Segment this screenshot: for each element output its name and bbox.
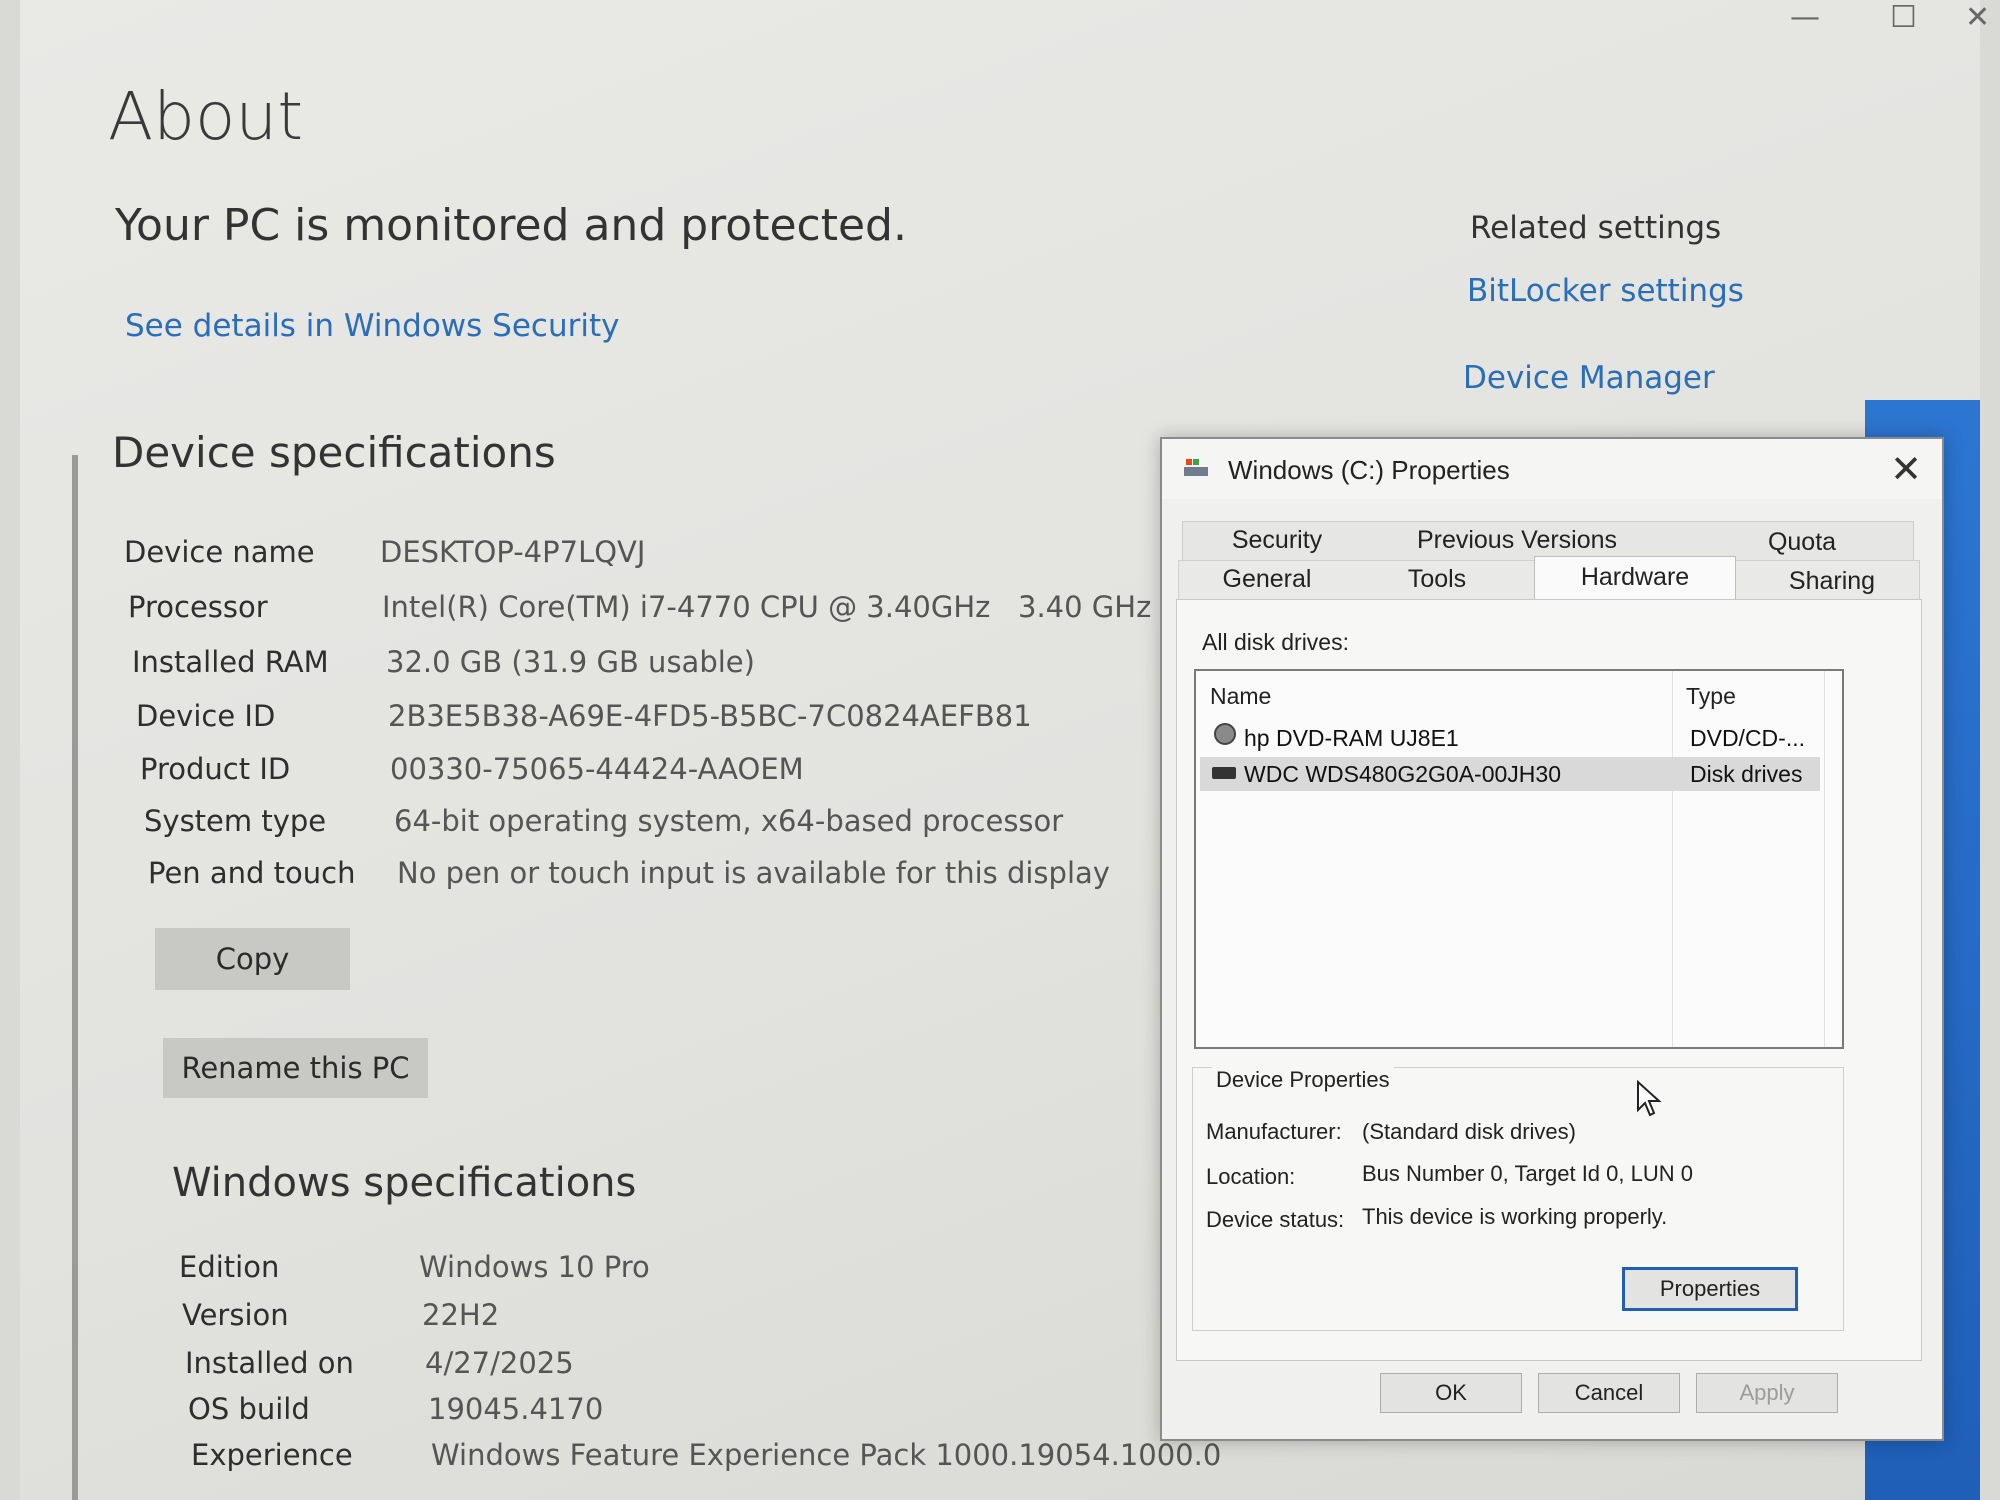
location-label: Location: <box>1206 1164 1296 1189</box>
drive-properties-dialog: Windows (C:) Properties ✕ Security Previ… <box>1160 437 1944 1441</box>
tab-general[interactable]: General <box>1182 560 1352 598</box>
spec-label: Experience <box>191 1438 353 1472</box>
spec-value: 4/27/2025 <box>425 1346 574 1380</box>
spec-label: OS build <box>188 1392 310 1426</box>
spec-value: 2B3E5B38-A69E-4FD5-B5BC-7C0824AEFB81 <box>388 699 1032 733</box>
spec-label: Device ID <box>136 699 276 733</box>
drive-type: Disk drives <box>1690 761 1803 787</box>
dvd-drive-icon <box>1214 723 1236 745</box>
protection-status: Your PC is monitored and protected. <box>115 200 907 251</box>
spec-value: Intel(R) Core(TM) i7-4770 CPU @ 3.40GHz … <box>382 590 1152 624</box>
tab-tools[interactable]: Tools <box>1362 560 1512 598</box>
cancel-button[interactable]: Cancel <box>1538 1373 1680 1413</box>
drive-name: hp DVD-RAM UJ8E1 <box>1244 725 1459 751</box>
column-header-name[interactable]: Name <box>1210 683 1271 710</box>
manufacturer-label: Manufacturer: <box>1206 1119 1342 1144</box>
device-manager-link[interactable]: Device Manager <box>1463 360 1715 396</box>
device-status-label: Device status: <box>1206 1207 1345 1232</box>
spec-value: Windows Feature Experience Pack 1000.190… <box>431 1438 1222 1472</box>
all-disk-drives-label: All disk drives: <box>1202 629 1349 655</box>
spec-value: 22H2 <box>422 1298 500 1332</box>
device-properties-title: Device Properties <box>1212 1067 1394 1093</box>
spec-label: Device name <box>124 535 315 569</box>
maximize-button[interactable]: ☐ <box>1890 0 1917 35</box>
spec-value: Windows 10 Pro <box>419 1250 650 1284</box>
tab-hardware[interactable]: Hardware <box>1534 556 1736 601</box>
tab-quota[interactable]: Quota <box>1722 523 1882 561</box>
divider <box>72 455 78 1500</box>
drive-name: WDC WDS480G2G0A-00JH30 <box>1244 761 1561 787</box>
spec-label: System type <box>144 804 327 838</box>
dialog-titlebar[interactable]: Windows (C:) Properties ✕ <box>1162 439 1942 499</box>
tab-sharing[interactable]: Sharing <box>1752 562 1912 600</box>
dialog-title: Windows (C:) Properties <box>1228 455 1510 485</box>
mouse-cursor-icon <box>1637 1080 1662 1117</box>
spec-value: No pen or touch input is available for t… <box>397 856 1110 890</box>
spec-value: 19045.4170 <box>428 1392 604 1426</box>
ok-button[interactable]: OK <box>1380 1373 1522 1413</box>
disk-drive-list[interactable]: Name Type hp DVD-RAM UJ8E1 DVD/CD-... WD… <box>1194 669 1844 1049</box>
column-header-type[interactable]: Type <box>1686 683 1736 710</box>
manufacturer-value: (Standard disk drives) <box>1362 1119 1576 1144</box>
device-status-value: This device is working properly. <box>1362 1204 1668 1229</box>
spec-label: Installed on <box>185 1346 354 1380</box>
close-button[interactable]: ✕ <box>1965 0 1990 35</box>
spec-label: Pen and touch <box>148 856 356 890</box>
windows-specifications-title: Windows specifications <box>172 1160 637 1206</box>
disk-drive-icon <box>1212 767 1236 779</box>
spec-label: Installed RAM <box>132 645 329 679</box>
windows-security-link[interactable]: See details in Windows Security <box>125 308 619 344</box>
spec-label: Processor <box>128 590 268 624</box>
spec-label: Version <box>182 1298 289 1332</box>
column-divider <box>1824 671 1825 1047</box>
spec-value: 00330-75065-44424-AAOEM <box>390 752 804 786</box>
list-item[interactable]: hp DVD-RAM UJ8E1 DVD/CD-... <box>1200 721 1820 755</box>
properties-button[interactable]: Properties <box>1622 1267 1798 1311</box>
minimize-button[interactable]: — <box>1790 0 1820 35</box>
list-item[interactable]: WDC WDS480G2G0A-00JH30 Disk drives <box>1200 757 1820 791</box>
tab-previous-versions[interactable]: Previous Versions <box>1382 521 1652 559</box>
rename-pc-button[interactable]: Rename this PC <box>163 1038 428 1098</box>
spec-label: Edition <box>179 1250 280 1284</box>
tab-security[interactable]: Security <box>1192 521 1362 559</box>
device-specifications-title: Device specifications <box>112 428 556 477</box>
related-settings-title: Related settings <box>1470 210 1722 246</box>
spec-value: 32.0 GB (31.9 GB usable) <box>386 645 755 679</box>
copy-button[interactable]: Copy <box>155 928 350 990</box>
dialog-close-icon[interactable]: ✕ <box>1890 447 1922 492</box>
apply-button[interactable]: Apply <box>1696 1373 1838 1413</box>
spec-label: Product ID <box>140 752 291 786</box>
location-value: Bus Number 0, Target Id 0, LUN 0 <box>1362 1161 1693 1186</box>
spec-value: 64-bit operating system, x64-based proce… <box>394 804 1064 838</box>
drive-type: DVD/CD-... <box>1690 725 1805 751</box>
bitlocker-settings-link[interactable]: BitLocker settings <box>1467 273 1744 309</box>
page-title: About <box>108 78 304 155</box>
spec-value: DESKTOP-4P7LQVJ <box>380 535 646 569</box>
drive-icon <box>1184 459 1208 476</box>
